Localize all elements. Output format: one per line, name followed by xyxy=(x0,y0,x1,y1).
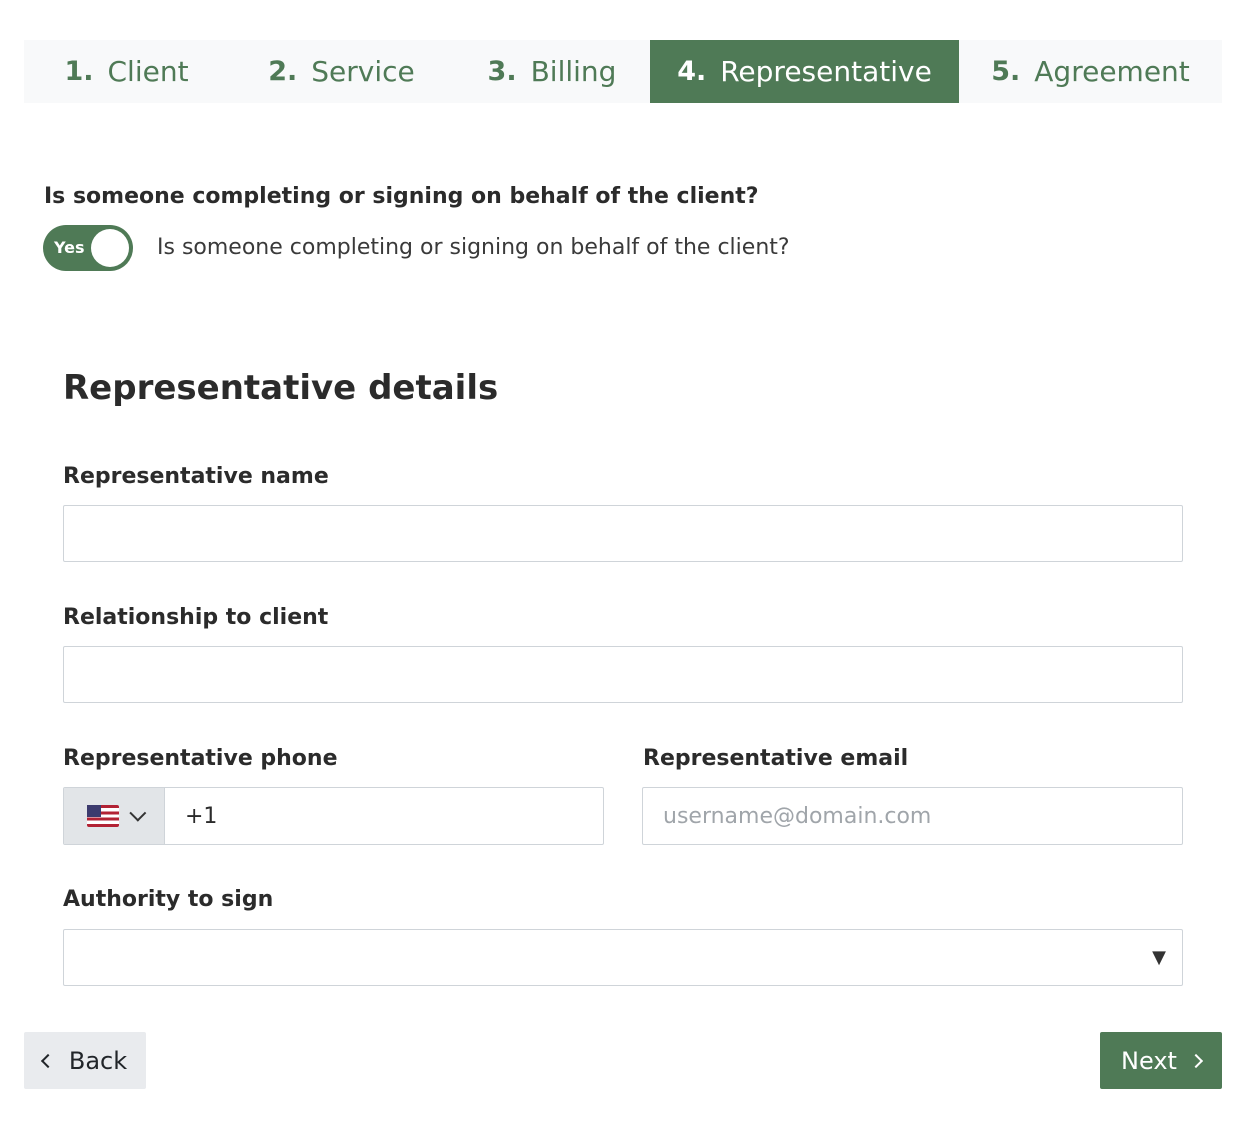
step-label: Billing xyxy=(530,55,617,88)
step-client[interactable]: 1. Client xyxy=(24,40,229,103)
chevron-right-icon xyxy=(1188,1053,1204,1068)
step-number: 4. xyxy=(677,56,707,87)
phone-field xyxy=(63,787,604,845)
relationship-label: Relationship to client xyxy=(63,605,329,630)
representative-phone-label: Representative phone xyxy=(63,746,338,771)
chevron-left-icon xyxy=(40,1053,55,1068)
authority-to-sign-select[interactable]: ▼ xyxy=(63,929,1183,986)
on-behalf-toggle[interactable]: Yes xyxy=(43,225,133,271)
next-button-label: Next xyxy=(1121,1046,1177,1075)
representative-name-input[interactable] xyxy=(63,505,1183,562)
relationship-input[interactable] xyxy=(63,646,1183,703)
step-label: Representative xyxy=(720,55,932,88)
representative-email-input[interactable] xyxy=(642,787,1183,845)
country-code-select[interactable] xyxy=(64,788,165,844)
step-label: Client xyxy=(107,55,189,88)
section-title: Representative details xyxy=(63,368,499,408)
chevron-down-icon xyxy=(129,804,147,822)
step-label: Service xyxy=(311,55,415,88)
step-number: 1. xyxy=(64,56,94,87)
step-representative[interactable]: 4. Representative xyxy=(650,40,959,103)
representative-email-label: Representative email xyxy=(643,746,909,771)
step-number: 5. xyxy=(991,56,1021,87)
step-number: 2. xyxy=(268,56,298,87)
toggle-description: Is someone completing or signing on beha… xyxy=(157,235,790,260)
next-button[interactable]: Next xyxy=(1100,1032,1222,1089)
back-button[interactable]: Back xyxy=(24,1032,146,1089)
toggle-knob xyxy=(91,229,129,267)
step-service[interactable]: 2. Service xyxy=(229,40,454,103)
representative-phone-input[interactable] xyxy=(165,788,603,844)
back-button-label: Back xyxy=(68,1046,128,1075)
step-billing[interactable]: 3. Billing xyxy=(454,40,650,103)
wizard-stepper: 1. Client 2. Service 3. Billing 4. Repre… xyxy=(24,40,1222,103)
step-label: Agreement xyxy=(1034,55,1190,88)
us-flag-icon xyxy=(87,805,119,827)
step-number: 3. xyxy=(487,56,517,87)
caret-down-icon: ▼ xyxy=(1152,947,1166,968)
authority-to-sign-label: Authority to sign xyxy=(63,887,274,912)
on-behalf-question-label: Is someone completing or signing on beha… xyxy=(44,184,759,209)
toggle-state-label: Yes xyxy=(54,238,85,257)
representative-name-label: Representative name xyxy=(63,464,329,489)
step-agreement[interactable]: 5. Agreement xyxy=(959,40,1222,103)
